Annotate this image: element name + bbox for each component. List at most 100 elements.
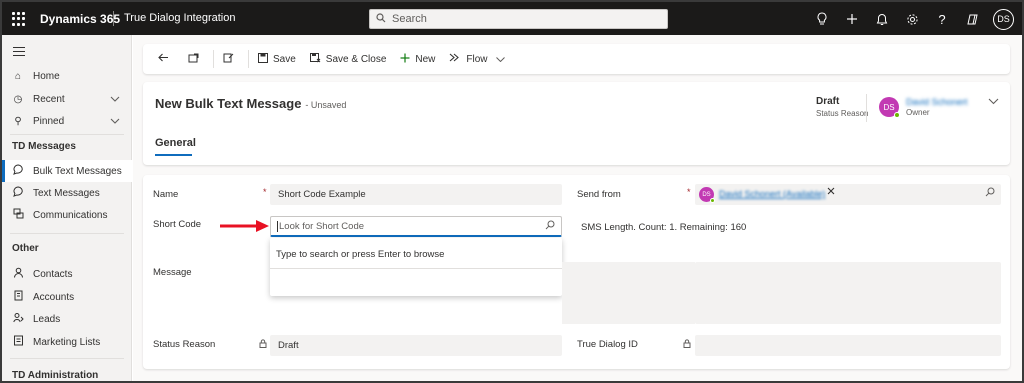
nav-label: Bulk Text Messages: [33, 165, 122, 177]
send-from-avatar: DS: [699, 187, 715, 203]
nav-label: Communications: [33, 209, 108, 221]
open-new-window-button[interactable]: [181, 44, 211, 74]
nav-accounts[interactable]: Accounts: [2, 286, 132, 308]
presence-available-icon: [710, 198, 715, 203]
nav-label: Leads: [33, 313, 61, 325]
nav-label: Marketing Lists: [33, 336, 101, 348]
header-divider: [866, 94, 867, 122]
divider: [113, 11, 114, 26]
form-options-button[interactable]: [216, 44, 246, 74]
hamburger-icon[interactable]: [13, 47, 25, 59]
home-icon: ⌂: [14, 70, 22, 82]
new-label: New: [415, 53, 436, 65]
form-section: Name * Short Code Example Short Code Loo…: [143, 175, 1010, 369]
nav-divider: [10, 233, 124, 234]
nav-group-other: Other: [12, 243, 39, 254]
lookup-dropdown: Type to search or press Enter to browse: [270, 238, 562, 296]
nav-pinned[interactable]: ⚲ Pinned: [2, 110, 132, 132]
app-name[interactable]: Dynamics 365: [40, 12, 120, 26]
owner-name-link[interactable]: David Schonert: [906, 97, 968, 107]
nav-divider: [10, 358, 124, 359]
expand-header-chevron-icon[interactable]: [988, 96, 999, 108]
message-label: Message: [153, 267, 192, 278]
message-field[interactable]: [695, 262, 1001, 324]
flow-button[interactable]: Flow: [442, 44, 511, 74]
help-icon[interactable]: ?: [927, 8, 957, 30]
nav-label: Home: [33, 70, 60, 82]
nav-label: Pinned: [33, 115, 65, 127]
chevron-down-icon[interactable]: [110, 94, 120, 104]
send-from-value-link[interactable]: David Schonert (Available): [719, 189, 825, 199]
back-button[interactable]: [151, 44, 181, 74]
page-title: New Bulk Text Message - Unsaved: [155, 96, 346, 111]
new-button[interactable]: New: [393, 44, 442, 74]
search-icon: [376, 12, 386, 26]
global-search[interactable]: Search: [369, 9, 668, 29]
owner-avatar: DS: [879, 97, 900, 118]
chat-icon: [12, 164, 24, 178]
copilot-icon[interactable]: [957, 8, 987, 30]
sms-length-info: SMS Length. Count: 1. Remaining: 160: [581, 222, 747, 233]
name-field[interactable]: Short Code Example: [270, 184, 562, 205]
nav-contacts[interactable]: Contacts: [2, 263, 132, 285]
pin-icon: ⚲: [14, 115, 22, 127]
nav-label: Text Messages: [33, 187, 100, 199]
owner-initials: DS: [883, 102, 895, 112]
presence-available-icon: [894, 112, 900, 118]
flow-icon: [449, 53, 461, 65]
short-code-label: Short Code: [153, 219, 202, 230]
owner-label: Owner: [906, 108, 930, 117]
chevron-down-icon[interactable]: [110, 116, 120, 126]
nav-label: Contacts: [33, 268, 73, 280]
top-bar: Dynamics 365 True Dialog Integration Sea…: [2, 2, 1022, 35]
status-reason-field: Draft: [270, 335, 562, 356]
header-status-reason[interactable]: Draft Status Reason: [816, 96, 868, 118]
send-from-initials: DS: [702, 191, 711, 198]
command-bar: Save Save & Close New Flow: [143, 44, 1010, 74]
red-arrow-annotation: [220, 220, 269, 232]
message-field-left[interactable]: [562, 262, 695, 324]
arrow-left-icon: [158, 53, 169, 65]
nav-communications[interactable]: Communications: [2, 204, 132, 226]
send-from-lookup[interactable]: DS David Schonert (Available): [695, 184, 1001, 205]
nav-home[interactable]: ⌂ Home: [2, 65, 132, 87]
remove-icon[interactable]: [827, 187, 835, 198]
save-button[interactable]: Save: [251, 44, 303, 74]
bell-icon[interactable]: [867, 8, 897, 30]
clock-icon: ◷: [13, 93, 23, 105]
app-launcher-icon[interactable]: [12, 12, 26, 26]
chat-icon: [12, 186, 24, 200]
plus-icon[interactable]: [837, 8, 867, 30]
save-label: Save: [273, 53, 296, 65]
gear-icon[interactable]: [897, 8, 927, 30]
user-avatar[interactable]: DS: [993, 8, 1014, 30]
short-code-placeholder: Look for Short Code: [279, 220, 365, 232]
send-from-label: Send from: [577, 189, 621, 200]
text-cursor: [277, 220, 278, 232]
main-area: Save Save & Close New Flow New Bulk Text…: [133, 35, 1022, 381]
nav-text-messages[interactable]: Text Messages: [2, 182, 132, 204]
edit-form-icon: [223, 52, 234, 66]
nav-bulk-text-messages[interactable]: Bulk Text Messages: [2, 160, 132, 182]
phone-person-icon: [12, 312, 24, 326]
record-title: New Bulk Text Message: [155, 96, 302, 111]
lock-icon: [259, 339, 267, 350]
search-icon[interactable]: [985, 187, 995, 200]
required-marker: *: [263, 187, 267, 197]
save-and-close-button[interactable]: Save & Close: [303, 44, 394, 74]
chevron-down-icon: [495, 54, 505, 64]
sitemap-nav: ⌂ Home ◷ Recent ⚲ Pinned TD Messages Bul…: [2, 35, 132, 381]
tab-general[interactable]: General: [155, 137, 196, 149]
nav-marketing-lists[interactable]: Marketing Lists: [2, 331, 132, 353]
nav-leads[interactable]: Leads: [2, 308, 132, 330]
search-icon[interactable]: [545, 220, 555, 233]
lock-icon: [683, 339, 691, 350]
status-value: Draft: [816, 96, 840, 107]
lightbulb-icon[interactable]: [807, 8, 837, 30]
save-close-icon: [309, 52, 321, 66]
nav-recent[interactable]: ◷ Recent: [2, 88, 132, 110]
top-icons: ? DS: [807, 8, 1014, 30]
area-name[interactable]: True Dialog Integration: [124, 12, 236, 24]
lookup-hint: Type to search or press Enter to browse: [276, 249, 445, 260]
short-code-lookup-input[interactable]: Look for Short Code: [270, 216, 562, 237]
